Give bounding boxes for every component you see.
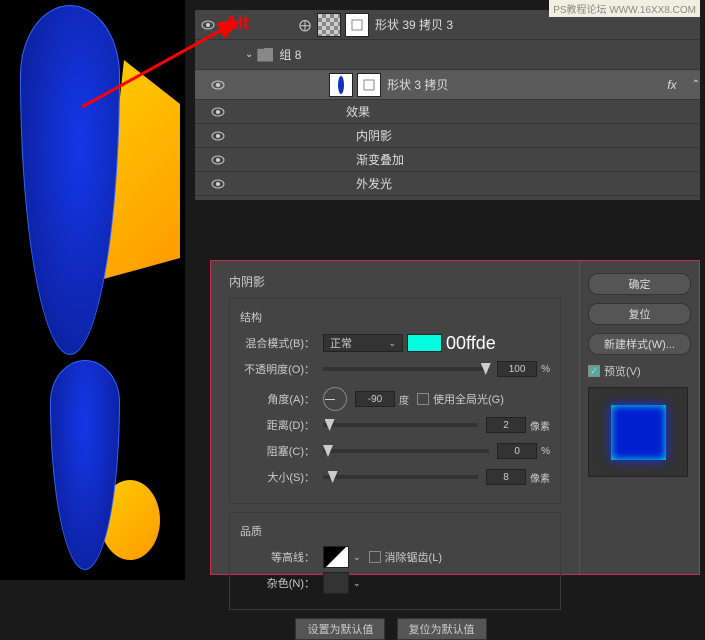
percent-unit: % <box>541 364 550 375</box>
layer-name: 形状 3 拷贝 <box>387 76 448 93</box>
effect-name: 渐变叠加 <box>356 151 404 168</box>
fx-indicator[interactable]: fx <box>667 78 676 92</box>
layer-effect-innershadow[interactable]: 内阴影 <box>195 124 700 148</box>
blend-mode-value: 正常 <box>330 335 352 351</box>
new-style-button[interactable]: 新建样式(W)... <box>588 333 691 355</box>
px-unit: 像素 <box>530 418 550 433</box>
ok-button[interactable]: 确定 <box>588 273 691 295</box>
size-slider[interactable] <box>323 475 478 479</box>
visibility-toggle-icon[interactable] <box>210 128 226 144</box>
reset-default-button[interactable]: 复位为默认值 <box>397 618 487 640</box>
effect-name: 外发光 <box>356 175 392 192</box>
contour-picker[interactable] <box>323 546 349 568</box>
annotation-alt-text: Alt <box>225 13 249 34</box>
visibility-toggle-icon[interactable] <box>210 152 226 168</box>
layer-row-shape3[interactable]: 形状 3 拷贝 fx ⌃ <box>195 70 700 100</box>
angle-input[interactable] <box>355 391 395 407</box>
contour-label: 等高线： <box>240 549 315 565</box>
layer-effect-gradient[interactable]: 渐变叠加 <box>195 148 700 172</box>
distance-label: 距离(D)： <box>240 417 315 433</box>
opacity-slider[interactable] <box>323 367 489 371</box>
dialog-title: 内阴影 <box>229 273 561 290</box>
layer-effect-outerglow[interactable]: 外发光 <box>195 172 700 196</box>
distance-slider[interactable] <box>323 423 478 427</box>
link-icon: ⨁ <box>299 18 311 32</box>
effects-label: 效果 <box>346 103 370 120</box>
percent-unit: % <box>541 446 550 457</box>
layer-row-group[interactable]: ⌄ 组 8 <box>195 40 700 70</box>
layer-mask-thumbnail <box>357 73 381 97</box>
blend-mode-label: 混合模式(B)： <box>240 335 315 351</box>
noise-thumb <box>323 572 349 594</box>
global-light-label: 使用全局光(G) <box>433 391 504 407</box>
layer-mask-thumbnail <box>345 13 369 37</box>
chevron-up-icon[interactable]: ⌃ <box>692 79 700 90</box>
chevron-down-icon[interactable]: ⌄ <box>353 552 361 563</box>
preview-checkbox[interactable]: ✓ <box>588 365 600 377</box>
swatch-hex-label: 00ffde <box>446 333 496 354</box>
quality-label: 品质 <box>240 523 550 539</box>
distance-input[interactable] <box>486 417 526 433</box>
angle-dial[interactable] <box>323 387 347 411</box>
watermark: PS教程论坛 WWW.16XX8.COM <box>549 0 700 17</box>
structure-label: 结构 <box>240 309 550 325</box>
chevron-down-icon: ⌄ <box>388 338 396 349</box>
preview-box <box>588 387 688 477</box>
antialias-checkbox[interactable] <box>369 551 381 563</box>
set-default-button[interactable]: 设置为默认值 <box>295 618 385 640</box>
chevron-down-icon[interactable]: ⌄ <box>353 578 361 589</box>
layers-panel: ⨁ 形状 39 拷贝 3 ⌄ 组 8 形状 3 拷贝 fx ⌃ 效果 内阴影 渐… <box>195 10 700 200</box>
preview-square <box>611 405 666 460</box>
choke-label: 阻塞(C)： <box>240 443 315 459</box>
choke-slider[interactable] <box>323 449 489 453</box>
cancel-button[interactable]: 复位 <box>588 303 691 325</box>
preview-label: 预览(V) <box>604 363 641 379</box>
size-input[interactable] <box>486 469 526 485</box>
effect-name: 内阴影 <box>356 127 392 144</box>
px-unit: 像素 <box>530 470 550 485</box>
layer-name: 形状 39 拷贝 3 <box>375 16 453 33</box>
noise-label: 杂色(N)： <box>240 575 315 591</box>
global-light-checkbox[interactable] <box>417 393 429 405</box>
layer-thumbnail <box>329 73 353 97</box>
antialias-label: 消除锯齿(L) <box>385 549 442 565</box>
layer-effects-header[interactable]: 效果 <box>195 100 700 124</box>
size-label: 大小(S)： <box>240 469 315 485</box>
opacity-label: 不透明度(O)： <box>240 361 315 377</box>
layer-thumbnail <box>317 13 341 37</box>
angle-label: 角度(A)： <box>240 391 315 407</box>
visibility-toggle-icon[interactable] <box>210 176 226 192</box>
opacity-input[interactable] <box>497 361 537 377</box>
shadow-color-swatch[interactable] <box>407 334 442 352</box>
folder-icon <box>257 48 273 62</box>
choke-input[interactable] <box>497 443 537 459</box>
blend-mode-select[interactable]: 正常 ⌄ <box>323 334 403 352</box>
layer-style-dialog: 内阴影 结构 混合模式(B)： 正常 ⌄ 00ffde 不透明度(O)： % 角… <box>210 260 700 575</box>
angle-unit: 度 <box>399 392 409 407</box>
group-name: 组 8 <box>279 46 301 63</box>
